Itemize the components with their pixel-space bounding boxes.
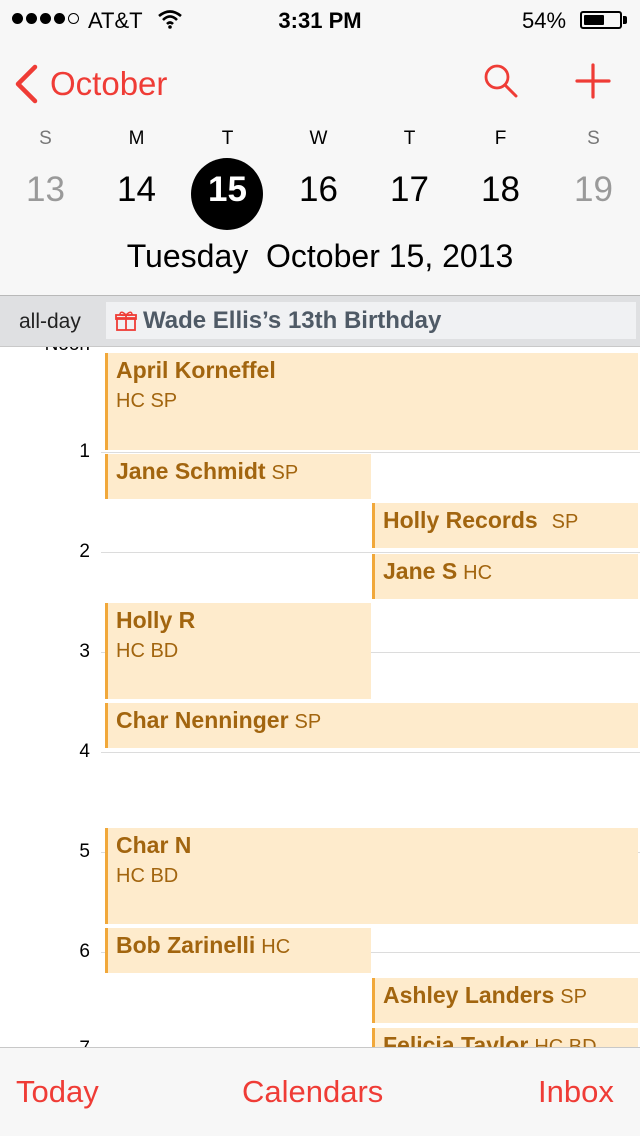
event-april-korneffel[interactable]: April Korneffel HC SP xyxy=(105,353,638,450)
day-timeline[interactable]: Noon 1 2 3 4 5 6 7 April Korneffel HC SP… xyxy=(0,347,640,1047)
all-day-label: all-day xyxy=(19,310,81,333)
week-strip: S 13 M 14 T 15 W 16 T 17 F 18 S 19 xyxy=(26,128,613,209)
event-ashley-landers[interactable]: Ashley Landers SP xyxy=(372,978,638,1023)
hour-label: 6 xyxy=(79,941,90,962)
tab-bar: Today Calendars Inbox xyxy=(0,1047,640,1136)
hour-line xyxy=(101,452,640,453)
hour-label: Noon xyxy=(45,347,90,356)
hour-label: 7 xyxy=(79,1038,90,1047)
all-day-event-title: Wade Ellis’s 13th Birthday xyxy=(143,306,442,334)
battery-percent: 54% xyxy=(522,8,567,33)
hour-label: 5 xyxy=(79,841,90,862)
event-jane-schmidt[interactable]: Jane Schmidt SP xyxy=(105,454,371,499)
hour-label: 4 xyxy=(79,741,90,762)
hour-label: 1 xyxy=(79,441,90,462)
back-label: October xyxy=(50,65,168,102)
event-holly-r[interactable]: Holly R HC BD xyxy=(105,603,371,699)
search-button[interactable] xyxy=(482,62,520,107)
event-jane-s[interactable]: Jane S HC xyxy=(372,554,638,599)
search-icon xyxy=(484,64,518,98)
hour-label: 2 xyxy=(79,541,90,562)
chevron-left-icon xyxy=(15,64,38,104)
hour-line xyxy=(101,752,640,753)
battery-icon xyxy=(580,11,622,29)
event-felicia-taylor[interactable]: Felicia Taylor HC BD xyxy=(372,1028,638,1047)
all-day-row: all-day Wade Ellis’s 13th Birthday xyxy=(0,295,640,347)
back-to-month-button[interactable]: October xyxy=(14,60,167,108)
calendars-button[interactable]: Calendars xyxy=(242,1074,383,1110)
event-char-n[interactable]: Char N HC BD xyxy=(105,828,638,924)
all-day-event[interactable]: Wade Ellis’s 13th Birthday xyxy=(106,302,636,339)
event-char-nenninger[interactable]: Char Nenninger SP xyxy=(105,703,638,748)
event-holly-records[interactable]: Holly Records SP xyxy=(372,503,638,548)
gift-icon xyxy=(115,311,137,331)
event-bob-zarinelli[interactable]: Bob Zarinelli HC xyxy=(105,928,371,973)
hour-label: 3 xyxy=(79,641,90,662)
add-event-button[interactable] xyxy=(574,62,612,107)
inbox-button[interactable]: Inbox xyxy=(538,1074,614,1110)
selected-date-title: Tuesday October 15, 2013 xyxy=(126,238,514,274)
plus-icon xyxy=(575,63,611,99)
status-bar: AT&T 3:31 PM 54% xyxy=(0,0,640,40)
hour-line xyxy=(101,552,640,553)
today-button[interactable]: Today xyxy=(16,1074,99,1110)
